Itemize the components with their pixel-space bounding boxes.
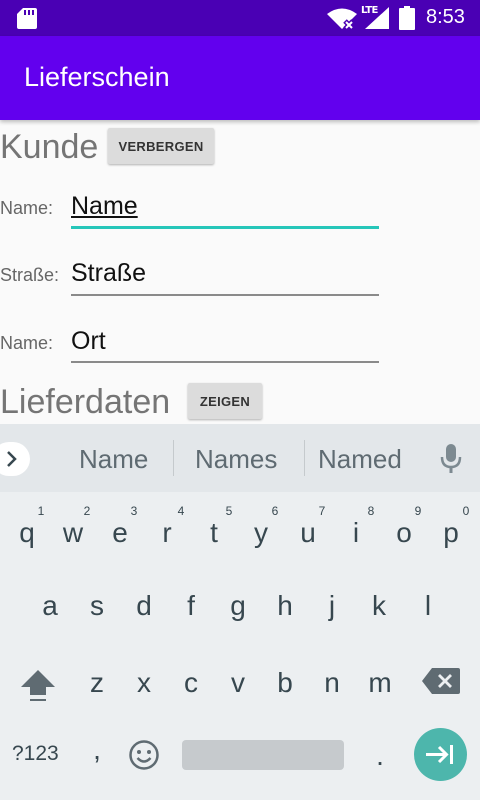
key-y[interactable]: y [241,517,281,549]
key-q[interactable]: q [7,517,47,549]
show-delivery-button[interactable]: ZEIGEN [188,383,262,419]
soft-keyboard: Name Names Named 1 2 3 4 5 6 7 8 9 0 q w… [0,424,480,800]
street-input[interactable] [71,253,379,293]
key-g[interactable]: g [218,590,258,622]
microphone-icon[interactable] [440,444,462,474]
tab-next-icon [426,745,453,764]
city-label: Name: [0,333,54,353]
key-x[interactable]: x [124,667,164,699]
key-n[interactable]: n [312,667,352,699]
key-z[interactable]: z [77,667,117,699]
name-label: Name: [0,198,54,218]
chevron-right-icon [7,451,17,467]
key-s[interactable]: s [77,590,117,622]
suggestion-divider [173,440,174,476]
name-input[interactable] [71,186,379,226]
expand-toolbar-button[interactable] [0,442,30,476]
name-input-underline [71,226,379,229]
suggestion-3[interactable]: Named [318,444,402,475]
street-input-underline [71,294,379,296]
key-h[interactable]: h [265,590,305,622]
key-hint-9: 9 [414,504,422,518]
key-l[interactable]: l [408,590,448,622]
app-title: Lieferschein [24,62,170,92]
clock: 8:53 [426,6,465,28]
battery-icon [399,6,415,30]
signal-icon [365,7,389,29]
key-o[interactable]: o [384,517,424,549]
wifi-icon [327,8,357,29]
key-p[interactable]: p [431,517,471,549]
key-hint-7: 7 [318,504,326,518]
key-period[interactable]: . [360,740,400,772]
key-w[interactable]: w [53,517,93,549]
key-i[interactable]: i [336,517,376,549]
delivery-section-title: Lieferdaten [0,383,171,421]
key-m[interactable]: m [360,667,400,699]
street-label: Straße: [0,265,60,285]
status-bar: LTE 8:53 [0,0,480,36]
key-hint-2: 2 [83,504,91,518]
key-hint-4: 4 [177,504,185,518]
spacebar[interactable] [182,740,344,770]
key-j[interactable]: j [312,590,352,622]
key-u[interactable]: u [288,517,328,549]
key-hint-8: 8 [367,504,375,518]
enter-button[interactable] [414,728,467,781]
key-r[interactable]: r [147,517,187,549]
key-t[interactable]: t [194,517,234,549]
suggestion-2[interactable]: Names [195,444,277,475]
key-hint-3: 3 [130,504,138,518]
key-k[interactable]: k [359,590,399,622]
key-hint-1: 1 [37,504,45,518]
app-bar: Lieferschein [0,36,480,120]
key-hint-5: 5 [225,504,233,518]
key-hint-0: 0 [462,504,470,518]
sd-card-icon [17,8,37,29]
symbols-key[interactable]: ?123 [12,742,59,766]
city-input-underline [71,361,379,363]
backspace-icon[interactable] [422,668,460,694]
suggestion-1[interactable]: Name [79,444,148,475]
key-b[interactable]: b [265,667,305,699]
shift-icon[interactable] [20,667,56,703]
customer-section-title: Kunde [0,128,99,166]
key-c[interactable]: c [171,667,211,699]
suggestion-bar: Name Names Named [0,424,480,492]
city-input[interactable] [71,321,379,361]
key-d[interactable]: d [124,590,164,622]
key-comma[interactable]: , [77,734,117,766]
suggestion-divider [304,440,305,476]
key-a[interactable]: a [30,590,70,622]
key-f[interactable]: f [171,590,211,622]
hide-customer-button[interactable]: VERBERGEN [108,128,214,164]
key-v[interactable]: v [218,667,258,699]
key-e[interactable]: e [100,517,140,549]
emoji-icon[interactable] [128,739,160,771]
key-hint-6: 6 [271,504,279,518]
